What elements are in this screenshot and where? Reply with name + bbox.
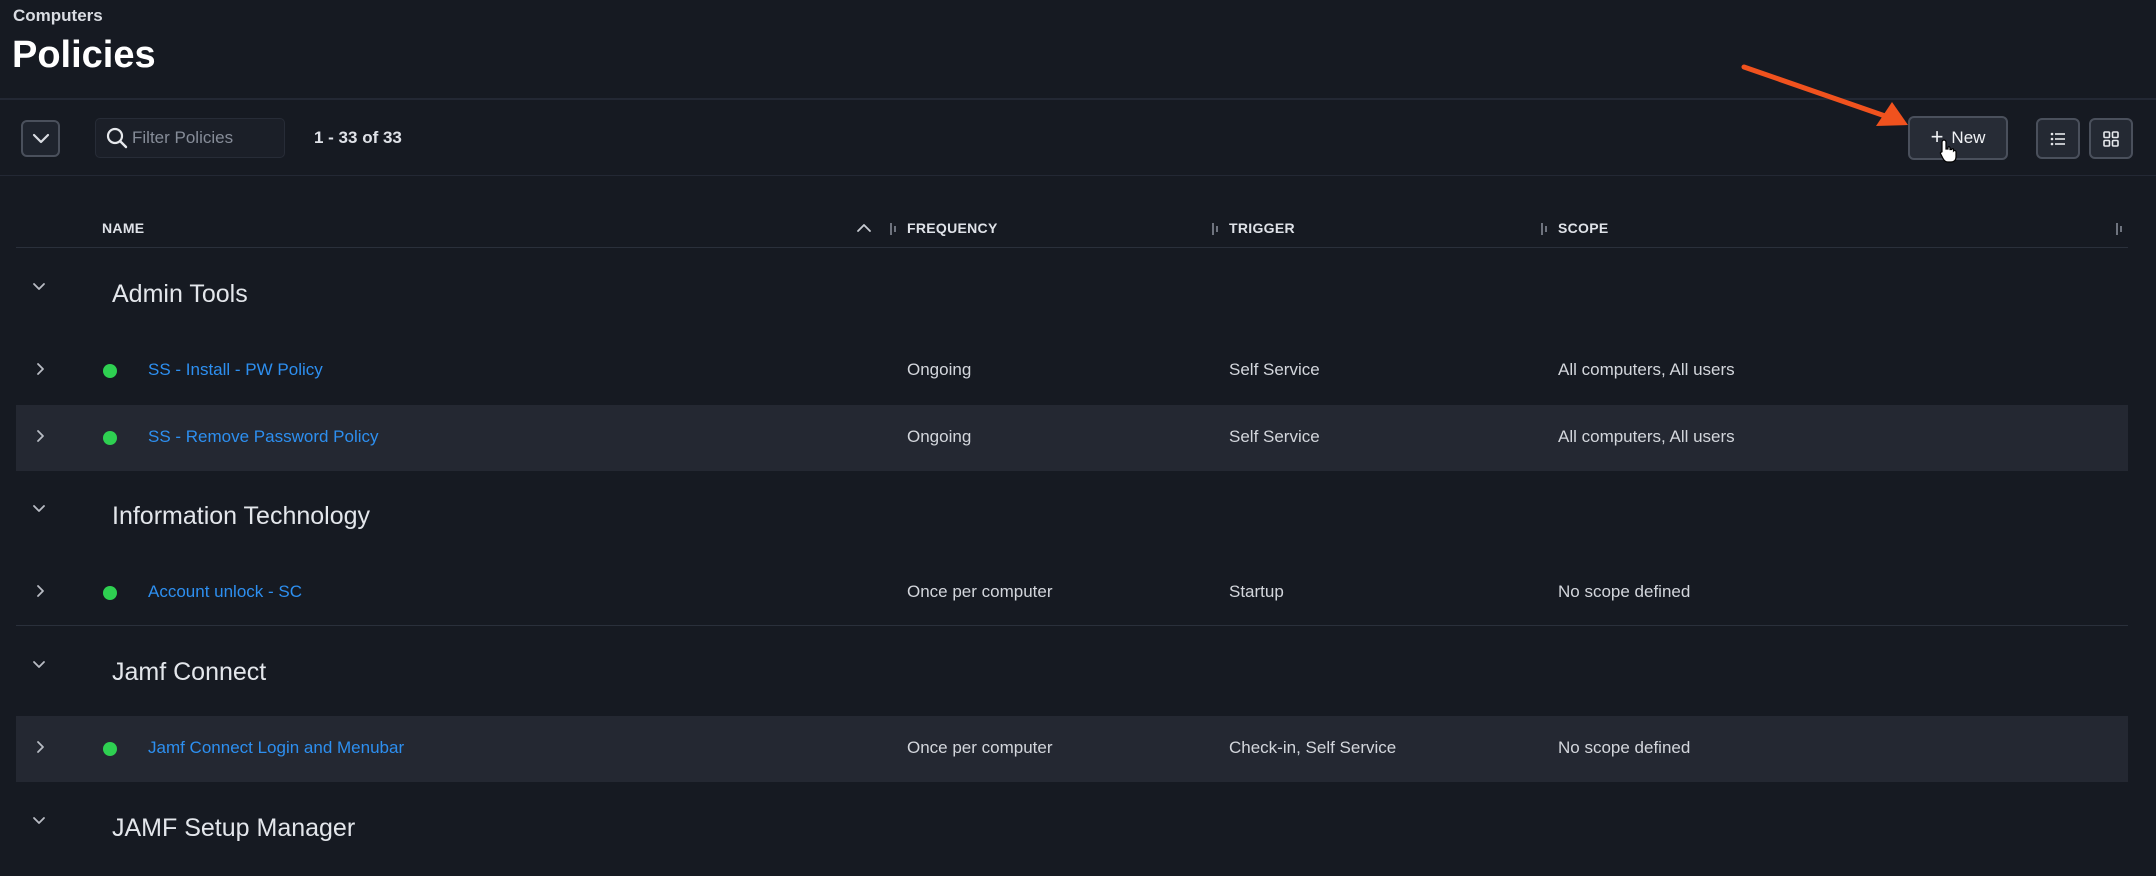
group-label: JAMF Setup Manager [112, 814, 356, 842]
collapse-all-button[interactable] [21, 120, 60, 157]
search-box[interactable] [95, 118, 285, 158]
chevron-down-icon[interactable] [32, 282, 46, 292]
grid-icon [2103, 130, 2119, 147]
table-row[interactable]: Account unlock - SC Once per computer St… [16, 560, 2128, 626]
group-label: Information Technology [112, 502, 371, 530]
chevron-down-icon[interactable] [32, 816, 46, 826]
page-title: Policies [12, 34, 156, 76]
frequency-cell: Ongoing [907, 427, 972, 446]
list-icon [2050, 132, 2065, 145]
group-label: Admin Tools [112, 280, 248, 308]
policy-name-link[interactable]: SS - Install - PW Policy [148, 360, 323, 380]
status-indicator [103, 431, 117, 445]
column-header-scope[interactable]: SCOPE [1558, 220, 1609, 236]
trigger-cell: Self Service [1229, 360, 1320, 379]
annotation-arrow-icon [1741, 64, 1908, 126]
status-indicator [103, 586, 117, 600]
search-icon [106, 127, 128, 149]
group-label: Jamf Connect [112, 658, 267, 686]
breadcrumb[interactable]: Computers [13, 6, 103, 26]
status-indicator [103, 742, 117, 756]
group-header[interactable]: Jamf Connect [16, 636, 2128, 706]
policy-name-link[interactable]: Account unlock - SC [148, 582, 302, 602]
column-header-name[interactable]: NAME [102, 220, 144, 236]
group-header[interactable]: Admin Tools [16, 258, 2128, 328]
pointer-cursor-icon [1939, 139, 1957, 163]
scope-cell: All computers, All users [1558, 427, 1735, 446]
list-view-button[interactable] [2036, 118, 2080, 159]
column-header-trigger[interactable]: TRIGGER [1229, 220, 1295, 236]
trigger-cell: Check-in, Self Service [1229, 738, 1397, 757]
column-resize-icon[interactable] [1210, 222, 1220, 236]
chevron-right-icon[interactable] [36, 584, 46, 598]
column-resize-icon[interactable] [1539, 222, 1549, 236]
frequency-cell: Once per computer [907, 738, 1053, 757]
scope-cell: All computers, All users [1558, 360, 1735, 379]
chevron-right-icon[interactable] [36, 429, 46, 443]
trigger-cell: Self Service [1229, 427, 1320, 446]
table-row[interactable]: SS - Remove Password Policy Ongoing Self… [16, 405, 2128, 471]
search-input[interactable] [132, 128, 272, 148]
chevron-right-icon[interactable] [36, 362, 46, 376]
new-policy-button[interactable]: + New [1908, 116, 2008, 160]
table-header: NAME FREQUENCY TRIGGER SCOPE [16, 210, 2128, 248]
result-count: 1 - 33 of 33 [314, 128, 402, 147]
scope-cell: No scope defined [1558, 738, 1691, 757]
column-resize-icon[interactable] [2114, 222, 2124, 236]
sort-ascending-icon[interactable] [856, 223, 872, 233]
chevron-down-icon [32, 133, 49, 143]
chevron-down-icon[interactable] [32, 504, 46, 514]
policy-name-link[interactable]: SS - Remove Password Policy [148, 427, 379, 447]
toolbar-divider [0, 175, 2156, 176]
frequency-cell: Once per computer [907, 582, 1053, 601]
column-header-frequency[interactable]: FREQUENCY [907, 220, 998, 236]
chevron-down-icon[interactable] [32, 660, 46, 670]
table-row[interactable]: SS - Install - PW Policy Ongoing Self Se… [16, 338, 2128, 404]
scope-cell: No scope defined [1558, 582, 1691, 601]
frequency-cell: Ongoing [907, 360, 972, 379]
status-indicator [103, 364, 117, 378]
chevron-right-icon[interactable] [36, 740, 46, 754]
grid-view-button[interactable] [2089, 118, 2133, 159]
group-header[interactable]: Information Technology [16, 480, 2128, 550]
column-resize-icon[interactable] [888, 222, 898, 236]
policy-name-link[interactable]: Jamf Connect Login and Menubar [148, 738, 404, 758]
trigger-cell: Startup [1229, 582, 1284, 601]
table-row[interactable]: Jamf Connect Login and Menubar Once per … [16, 716, 2128, 782]
group-header[interactable]: JAMF Setup Manager [16, 792, 2128, 862]
